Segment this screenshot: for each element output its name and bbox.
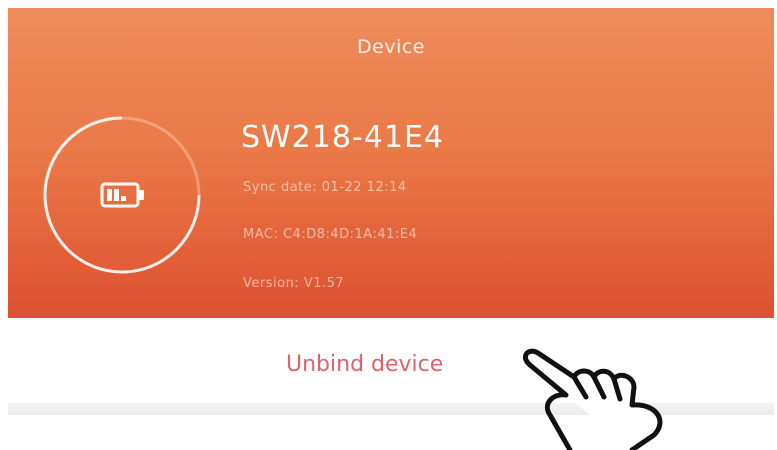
page-title: Device [357, 36, 425, 58]
unbind-row: Unbind device [8, 318, 774, 410]
sync-date: Sync date: 01-22 12:14 [243, 180, 407, 195]
battery-low-icon [100, 182, 144, 208]
section-divider [8, 403, 774, 415]
mac-address: MAC: C4:D8:4D:1A:41:E4 [243, 227, 418, 242]
device-name: SW218-41E4 [241, 120, 445, 155]
battery-ring [43, 116, 201, 274]
device-screen: Device SW218-41E4 Sync date: 01-22 12:14… [0, 0, 777, 450]
device-header: Device SW218-41E4 Sync date: 01-22 12:14… [8, 8, 774, 318]
firmware-version: Version: V1.57 [243, 276, 345, 291]
unbind-device-button[interactable]: Unbind device [276, 336, 531, 392]
